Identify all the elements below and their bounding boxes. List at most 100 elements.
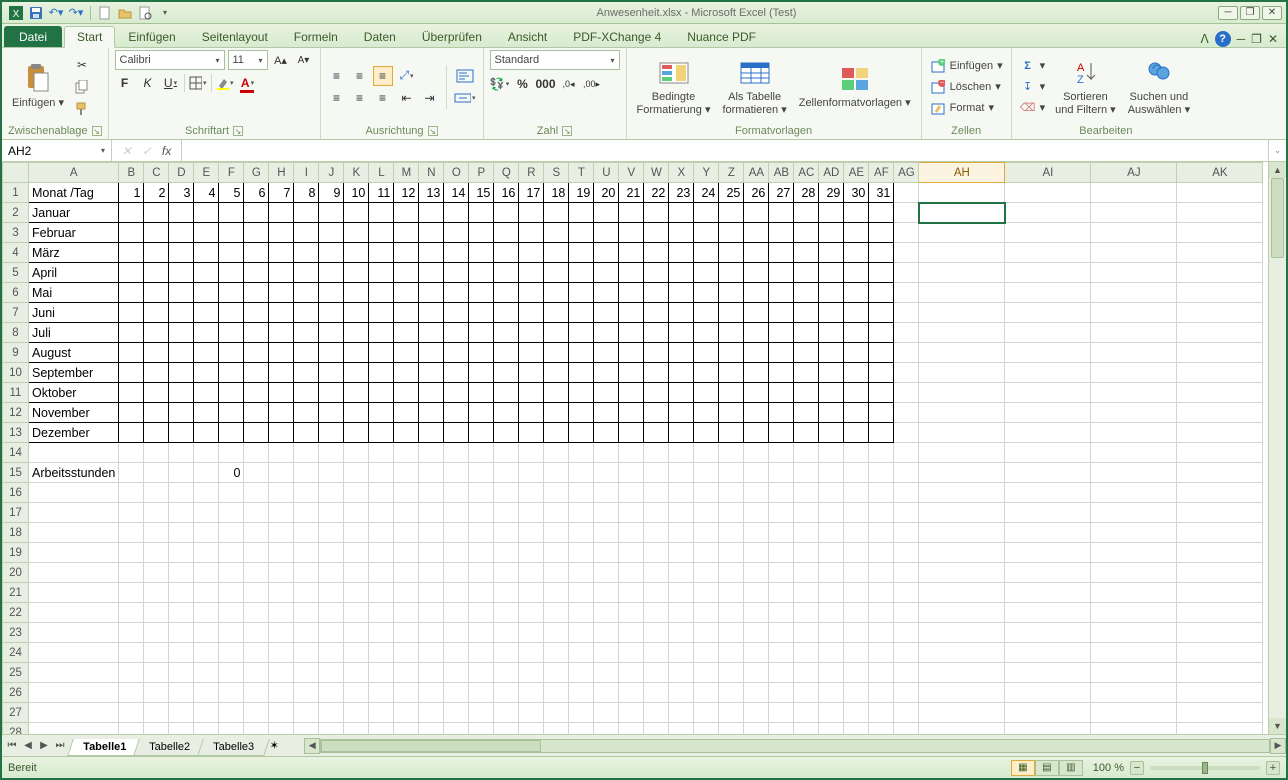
cell-AJ6[interactable]: [1091, 283, 1177, 303]
cell-AA5[interactable]: [744, 263, 769, 283]
cell-G7[interactable]: [244, 303, 269, 323]
cell-U18[interactable]: [594, 523, 619, 543]
name-box[interactable]: AH2▾: [2, 140, 112, 161]
last-sheet-icon[interactable]: ⏭: [52, 738, 68, 754]
cell-AA20[interactable]: [744, 563, 769, 583]
cell-X22[interactable]: [669, 603, 694, 623]
cell-L7[interactable]: [369, 303, 394, 323]
cell-AE27[interactable]: [844, 703, 869, 723]
cell-S26[interactable]: [544, 683, 569, 703]
cell-O4[interactable]: [444, 243, 469, 263]
col-header-N[interactable]: N: [419, 163, 444, 183]
cell-C1[interactable]: 2: [144, 183, 169, 203]
cell-D23[interactable]: [169, 623, 194, 643]
cell-I2[interactable]: [294, 203, 319, 223]
cell-AA10[interactable]: [744, 363, 769, 383]
col-header-W[interactable]: W: [644, 163, 669, 183]
cell-J12[interactable]: [319, 403, 344, 423]
cell-AA12[interactable]: [744, 403, 769, 423]
cell-H20[interactable]: [269, 563, 294, 583]
cell-W4[interactable]: [644, 243, 669, 263]
cell-F4[interactable]: [219, 243, 244, 263]
cell-I23[interactable]: [294, 623, 319, 643]
cell-V2[interactable]: [619, 203, 644, 223]
cell-S27[interactable]: [544, 703, 569, 723]
cell-V15[interactable]: [619, 463, 644, 483]
cell-M13[interactable]: [394, 423, 419, 443]
cell-P19[interactable]: [469, 543, 494, 563]
align-right-icon[interactable]: ≡: [373, 88, 393, 108]
cell-K7[interactable]: [344, 303, 369, 323]
cell-AC10[interactable]: [794, 363, 819, 383]
cell-A18[interactable]: [29, 523, 119, 543]
cell-V7[interactable]: [619, 303, 644, 323]
cell-S6[interactable]: [544, 283, 569, 303]
cell-AD7[interactable]: [819, 303, 844, 323]
cell-Y3[interactable]: [694, 223, 719, 243]
cell-Z11[interactable]: [719, 383, 744, 403]
cell-T7[interactable]: [569, 303, 594, 323]
cell-Y7[interactable]: [694, 303, 719, 323]
cell-AG15[interactable]: [894, 463, 919, 483]
cell-C27[interactable]: [144, 703, 169, 723]
align-bottom-icon[interactable]: ≡: [373, 66, 393, 86]
cell-I16[interactable]: [294, 483, 319, 503]
cell-O11[interactable]: [444, 383, 469, 403]
cell-O25[interactable]: [444, 663, 469, 683]
cell-W12[interactable]: [644, 403, 669, 423]
cell-AA11[interactable]: [744, 383, 769, 403]
align-left-icon[interactable]: ≡: [327, 88, 347, 108]
accounting-icon[interactable]: 💱: [490, 74, 510, 94]
paste-button[interactable]: Einfügen ▾: [8, 61, 68, 111]
cell-C4[interactable]: [144, 243, 169, 263]
cell-AI1[interactable]: [1005, 183, 1091, 203]
horizontal-scrollbar[interactable]: ◀ ▶: [304, 735, 1286, 756]
cell-K22[interactable]: [344, 603, 369, 623]
cell-AJ8[interactable]: [1091, 323, 1177, 343]
cell-D22[interactable]: [169, 603, 194, 623]
decrease-font-icon[interactable]: A▾: [294, 50, 314, 70]
cell-V11[interactable]: [619, 383, 644, 403]
cell-Q9[interactable]: [494, 343, 519, 363]
cell-AF13[interactable]: [869, 423, 894, 443]
cell-Z15[interactable]: [719, 463, 744, 483]
cell-W6[interactable]: [644, 283, 669, 303]
cell-K21[interactable]: [344, 583, 369, 603]
cell-AB2[interactable]: [769, 203, 794, 223]
cell-O6[interactable]: [444, 283, 469, 303]
col-header-B[interactable]: B: [119, 163, 144, 183]
cell-V22[interactable]: [619, 603, 644, 623]
cell-J4[interactable]: [319, 243, 344, 263]
formula-input[interactable]: [182, 140, 1268, 161]
cell-V8[interactable]: [619, 323, 644, 343]
cell-AE26[interactable]: [844, 683, 869, 703]
cell-AA21[interactable]: [744, 583, 769, 603]
cell-Z24[interactable]: [719, 643, 744, 663]
decrease-indent-icon[interactable]: ⇤: [397, 88, 417, 108]
cell-AI3[interactable]: [1005, 223, 1091, 243]
cell-I28[interactable]: [294, 723, 319, 735]
cell-AB20[interactable]: [769, 563, 794, 583]
cell-M26[interactable]: [394, 683, 419, 703]
cell-AA4[interactable]: [744, 243, 769, 263]
cell-AK7[interactable]: [1177, 303, 1263, 323]
cell-S9[interactable]: [544, 343, 569, 363]
merge-center-icon[interactable]: [453, 88, 477, 108]
cell-F12[interactable]: [219, 403, 244, 423]
cell-P14[interactable]: [469, 443, 494, 463]
cell-W23[interactable]: [644, 623, 669, 643]
cell-V6[interactable]: [619, 283, 644, 303]
cell-A26[interactable]: [29, 683, 119, 703]
cell-B24[interactable]: [119, 643, 144, 663]
cell-A14[interactable]: [29, 443, 119, 463]
cell-M11[interactable]: [394, 383, 419, 403]
cell-C9[interactable]: [144, 343, 169, 363]
cell-D9[interactable]: [169, 343, 194, 363]
copy-icon[interactable]: [72, 77, 92, 97]
cell-H12[interactable]: [269, 403, 294, 423]
cell-AG14[interactable]: [894, 443, 919, 463]
cell-N14[interactable]: [419, 443, 444, 463]
cell-B27[interactable]: [119, 703, 144, 723]
cell-Y8[interactable]: [694, 323, 719, 343]
col-header-I[interactable]: I: [294, 163, 319, 183]
